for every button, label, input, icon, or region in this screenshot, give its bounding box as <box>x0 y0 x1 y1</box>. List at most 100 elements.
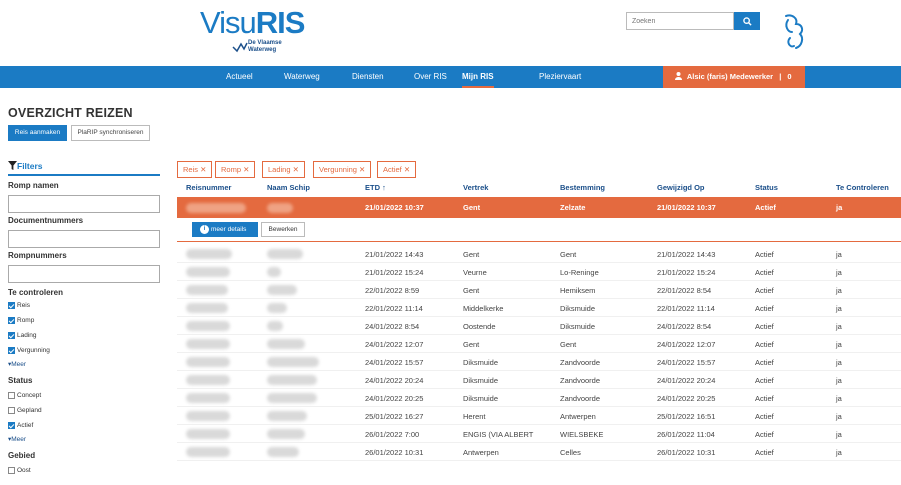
redacted-naam-schip <box>267 375 317 385</box>
redacted-naam-schip <box>267 447 299 457</box>
checkbox-lading[interactable]: Lading <box>8 332 37 339</box>
sync-plarip-button[interactable]: PlaRIP synchroniseren <box>71 125 150 141</box>
active-filter-tag-vergunning[interactable]: Vergunning ✕ <box>313 161 372 178</box>
checkbox-oost[interactable]: Oost <box>8 467 31 474</box>
rompnummers-input[interactable] <box>8 265 160 283</box>
close-icon[interactable]: ✕ <box>359 165 365 174</box>
redacted-naam-schip <box>267 393 317 403</box>
app-window: VisuRIS De Vlaamse Waterweg Actueel Wate… <box>0 0 901 485</box>
close-icon[interactable]: ✕ <box>293 165 299 174</box>
column-header-te-controleren[interactable]: Te Controleren <box>836 183 889 192</box>
logo-sub-line2: Waterweg <box>248 47 277 53</box>
cell-vertrek: Gent <box>463 203 481 212</box>
search-button[interactable] <box>734 12 760 30</box>
cell-vertrek: Middelkerke <box>463 304 504 313</box>
nav-item-over-ris[interactable]: Over RIS <box>414 66 447 88</box>
user-icon <box>675 72 682 80</box>
checkbox-box[interactable] <box>8 467 15 474</box>
documentnummers-input[interactable] <box>8 230 160 248</box>
table-row[interactable]: 24/01/2022 20:25 Diksmuide Zandvoorde 24/01… <box>177 389 901 407</box>
checkbox-box[interactable] <box>8 302 15 309</box>
cell-etd: 21/01/2022 14:43 <box>365 250 424 259</box>
table-row[interactable]: 24/01/2022 15:57 Diksmuide Zandvoorde 24/01… <box>177 353 901 371</box>
table-row[interactable]: 26/01/2022 10:31 Antwerpen Celles 26/01/202… <box>177 443 901 461</box>
meer-toggle-te-controleren[interactable]: ▾Meer <box>8 360 26 368</box>
cell-te-controleren: ja <box>836 286 842 295</box>
tag-label: Romp <box>221 165 242 174</box>
cell-etd: 21/01/2022 15:24 <box>365 268 424 277</box>
checkbox-box[interactable] <box>8 422 15 429</box>
checkbox-concept[interactable]: Concept <box>8 392 41 399</box>
table-row[interactable]: 22/01/2022 11:14 Middelkerke Diksmuide 22/0… <box>177 299 901 317</box>
cell-status: Actief <box>755 322 774 331</box>
active-filter-tag-lading[interactable]: Lading ✕ <box>262 161 305 178</box>
checkbox-box[interactable] <box>8 332 15 339</box>
search-icon <box>742 16 752 26</box>
nav-item-diensten[interactable]: Diensten <box>352 66 384 88</box>
romp-namen-input[interactable] <box>8 195 160 213</box>
cell-status: Actief <box>755 430 774 439</box>
cell-etd: 26/01/2022 7:00 <box>365 430 420 439</box>
table-row[interactable]: 24/01/2022 8:54 Oostende Diksmuide 24/01/20… <box>177 317 901 335</box>
table-row[interactable]: 21/01/2022 14:43 Gent Gent 21/01/2022 14:43… <box>177 245 901 263</box>
visuris-logo[interactable]: VisuRIS De Vlaamse Waterweg <box>200 6 310 58</box>
meer-details-button[interactable]: i meer details <box>192 222 258 237</box>
bewerken-button[interactable]: Bewerken <box>261 222 305 237</box>
logo-text: VisuRIS <box>200 6 310 40</box>
checkbox-label: Reis <box>17 302 31 309</box>
column-header-etd[interactable]: ETD ↑ <box>365 183 386 192</box>
te-controleren-label: Te controleren <box>8 288 63 297</box>
active-filter-tag-actief[interactable]: Actief ✕ <box>377 161 417 178</box>
column-header-gewijzigd-op[interactable]: Gewijzigd Op <box>657 183 705 192</box>
cell-bestemming: WIELSBEKE <box>560 430 604 439</box>
column-header-reisnummer[interactable]: Reisnummer <box>186 183 231 192</box>
checkbox-reis[interactable]: Reis <box>8 302 30 309</box>
cell-status: Actief <box>755 340 774 349</box>
column-header-naam-schip[interactable]: Naam Schip <box>267 183 310 192</box>
tag-label: Actief <box>383 165 402 174</box>
checkbox-vergunning[interactable]: Vergunning <box>8 347 50 354</box>
checkbox-box[interactable] <box>8 317 15 324</box>
tag-label: Vergunning <box>319 165 357 174</box>
checkbox-romp[interactable]: Romp <box>8 317 34 324</box>
active-filter-tag-romp[interactable]: Romp ✕ <box>215 161 256 178</box>
nav-item-mijn-ris[interactable]: Mijn RIS <box>462 66 494 88</box>
cell-bestemming: Hemiksem <box>560 286 596 295</box>
checkbox-box[interactable] <box>8 392 15 399</box>
table-row[interactable]: 26/01/2022 7:00 ENGIS (VIA ALBERT WIELSBEK… <box>177 425 901 443</box>
cell-gewijzigd: 25/01/2022 16:51 <box>657 412 716 421</box>
checkbox-box[interactable] <box>8 407 15 414</box>
redacted-reisnummer <box>186 393 230 403</box>
table-row[interactable]: 25/01/2022 16:27 Herent Antwerpen 25/01/202… <box>177 407 901 425</box>
search-input[interactable] <box>626 12 734 30</box>
active-filter-tag-reis[interactable]: Reis ✕ <box>177 161 213 178</box>
cell-vertrek: Oostende <box>463 322 496 331</box>
close-icon[interactable]: ✕ <box>243 165 249 174</box>
checkbox-box[interactable] <box>8 347 15 354</box>
meer-toggle-status[interactable]: ▾Meer <box>8 435 26 443</box>
user-menu[interactable]: Alsic (faris) Medewerker | 0 <box>663 66 805 88</box>
nav-item-pleziervaart[interactable]: Plezier­vaart <box>539 66 581 88</box>
close-icon[interactable]: ✕ <box>404 165 410 174</box>
table-row[interactable]: 22/01/2022 8:59 Gent Hemiksem 22/01/2022 8:… <box>177 281 901 299</box>
filter-funnel-icon <box>8 161 17 170</box>
checkbox-gepland[interactable]: Gepland <box>8 407 42 414</box>
tag-label: Reis <box>183 165 199 174</box>
redacted-reisnummer <box>186 203 246 213</box>
cell-vertrek: Herent <box>463 412 486 421</box>
checkbox-actief[interactable]: Actief <box>8 422 33 429</box>
table-row[interactable]: 21/01/2022 15:24 Veurne Lo-Reninge 21/01/20… <box>177 263 901 281</box>
redacted-naam-schip <box>267 429 305 439</box>
table-row-selected[interactable]: 21/01/2022 10:37 Gent Zelzate 21/01/2022… <box>177 197 901 218</box>
close-icon[interactable]: ✕ <box>200 165 206 174</box>
create-trip-button[interactable]: Reis aanmaken <box>8 125 67 141</box>
column-header-status[interactable]: Status <box>755 183 778 192</box>
table-row[interactable]: 24/01/2022 12:07 Gent Gent 24/01/2022 12:07… <box>177 335 901 353</box>
nav-item-waterweg[interactable]: Waterweg <box>284 66 320 88</box>
column-header-bestemming[interactable]: Bestemming <box>560 183 605 192</box>
column-header-vertrek[interactable]: Vertrek <box>463 183 488 192</box>
cell-etd: 26/01/2022 10:31 <box>365 448 424 457</box>
table-row[interactable]: 24/01/2022 20:24 Diksmuide Zandvoorde 24/01… <box>177 371 901 389</box>
cell-status: Actief <box>755 250 774 259</box>
nav-item-actueel[interactable]: Actueel <box>226 66 253 88</box>
